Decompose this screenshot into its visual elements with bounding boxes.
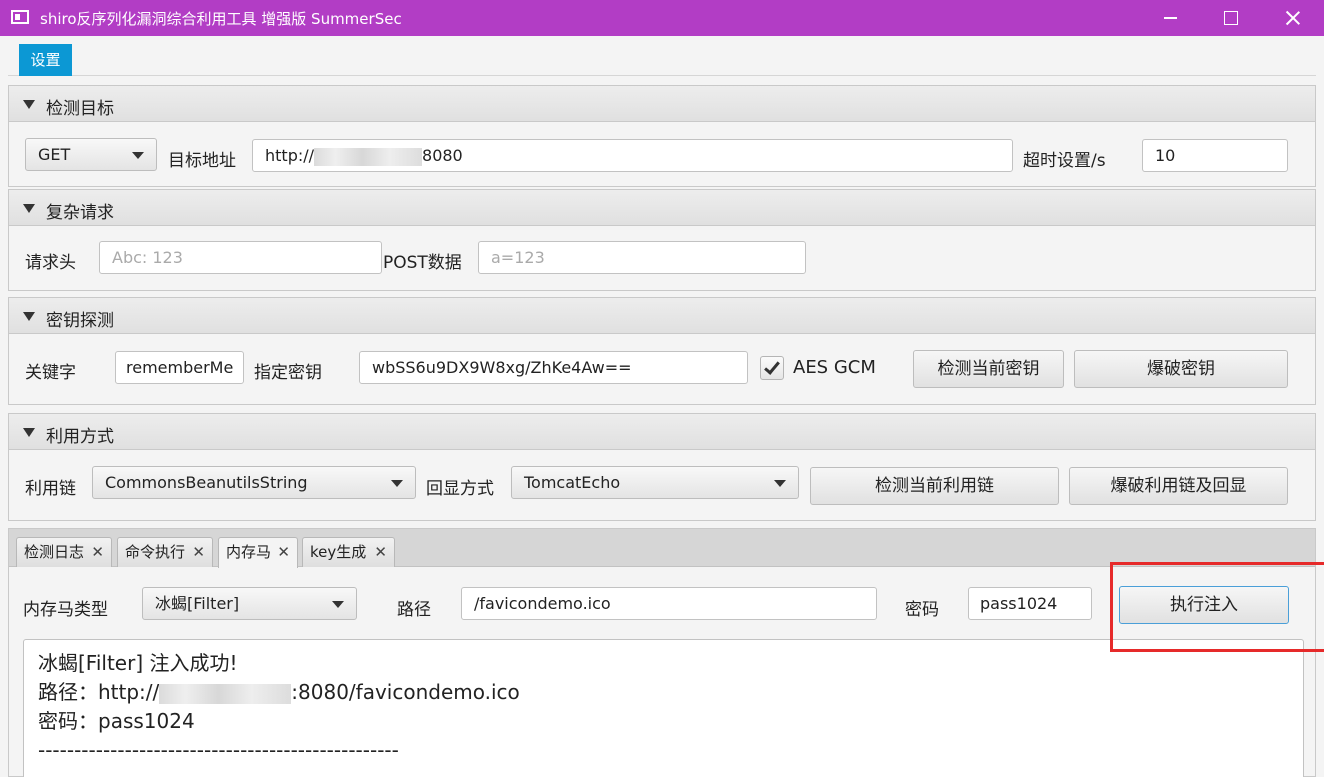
post-data-label: POST数据 xyxy=(383,253,462,273)
close-tab-icon[interactable]: ✕ xyxy=(277,538,290,566)
header-label: 请求头 xyxy=(25,253,76,273)
redacted-host xyxy=(314,147,423,166)
check-key-button[interactable]: 检测当前密钥 xyxy=(913,350,1064,388)
gadget-chain-select[interactable]: CommonsBeanutilsString xyxy=(92,466,416,499)
timeout-label: 超时设置/s xyxy=(1023,151,1106,171)
brute-chain-button[interactable]: 爆破利用链及回显 xyxy=(1069,467,1288,505)
exploit-section: 利用方式 利用链 CommonsBeanutilsString 回显方式 Tom… xyxy=(8,413,1316,521)
complex-section-title: 复杂请求 xyxy=(46,203,114,223)
target-section: 检测目标 GET 目标地址 http://8080 超时设置/s 10 xyxy=(8,85,1316,187)
tab-detect-log[interactable]: 检测日志 ✕ xyxy=(16,537,112,567)
brute-key-button[interactable]: 爆破密钥 xyxy=(1074,350,1288,388)
post-data-input[interactable]: a=123 xyxy=(478,241,806,274)
tab-command-exec[interactable]: 命令执行 ✕ xyxy=(117,537,213,567)
echo-type-value: TomcatEcho xyxy=(524,473,621,492)
complex-section-header[interactable]: 复杂请求 xyxy=(9,190,1315,226)
app-icon xyxy=(11,10,29,24)
key-section-header[interactable]: 密钥探测 xyxy=(9,298,1315,334)
key-input[interactable]: wbSS6u9DX9W8xg/ZhKe4Aw== xyxy=(359,351,748,384)
target-section-title: 检测目标 xyxy=(46,99,114,119)
echo-type-select[interactable]: TomcatEcho xyxy=(511,466,799,499)
path-input[interactable]: /favicondemo.ico xyxy=(461,587,877,620)
target-url-input[interactable]: http://8080 xyxy=(252,139,1013,172)
checkmark-icon xyxy=(764,358,780,375)
output-line: ----------------------------------------… xyxy=(38,738,399,762)
close-tab-icon[interactable]: ✕ xyxy=(192,538,205,566)
key-detect-section: 密钥探测 关键字 rememberMe 指定密钥 wbSS6u9DX9W8xg/… xyxy=(8,297,1316,405)
aes-gcm-label: AES GCM xyxy=(793,357,876,378)
chevron-down-icon xyxy=(132,152,144,159)
password-input[interactable]: pass1024 xyxy=(968,587,1092,620)
path-label: 路径 xyxy=(397,600,431,620)
output-textarea[interactable]: 冰蝎[Filter] 注入成功! 路径：http://:8080/favicon… xyxy=(23,639,1304,777)
http-method-select[interactable]: GET xyxy=(25,138,157,171)
close-tab-icon[interactable]: ✕ xyxy=(91,538,104,566)
collapse-triangle-icon xyxy=(23,428,35,437)
maximize-icon[interactable] xyxy=(1200,0,1260,36)
complex-request-section: 复杂请求 请求头 Abc: 123 POST数据 a=123 xyxy=(8,189,1316,291)
memshell-type-label: 内存马类型 xyxy=(23,600,108,620)
close-icon[interactable] xyxy=(1262,0,1322,36)
chevron-down-icon xyxy=(332,601,344,608)
aes-gcm-checkbox[interactable] xyxy=(760,356,784,380)
minimize-icon[interactable] xyxy=(1140,0,1200,36)
http-method-value: GET xyxy=(38,145,71,164)
collapse-triangle-icon xyxy=(23,312,35,321)
close-tab-icon[interactable]: ✕ xyxy=(374,538,387,566)
tab-memshell[interactable]: 内存马 ✕ xyxy=(218,537,298,568)
keyword-input[interactable]: rememberMe xyxy=(115,351,244,384)
check-chain-button[interactable]: 检测当前利用链 xyxy=(810,467,1059,505)
output-line: 路径：http://:8080/favicondemo.ico xyxy=(38,680,520,704)
title-bar: shiro反序列化漏洞综合利用工具 增强版 SummerSec xyxy=(0,0,1324,36)
timeout-input[interactable]: 10 xyxy=(1142,139,1288,172)
output-line: 密码：pass1024 xyxy=(38,709,195,733)
keyword-label: 关键字 xyxy=(25,363,76,383)
redacted-host xyxy=(159,683,292,704)
chevron-down-icon xyxy=(391,480,403,487)
exploit-section-header[interactable]: 利用方式 xyxy=(9,414,1315,450)
memshell-type-select[interactable]: 冰蝎[Filter] xyxy=(142,587,357,620)
settings-menu[interactable]: 设置 xyxy=(19,44,72,76)
highlight-box xyxy=(1110,562,1324,652)
tab-key-generate[interactable]: key生成 ✕ xyxy=(302,537,395,567)
window-title: shiro反序列化漏洞综合利用工具 增强版 SummerSec xyxy=(40,10,402,28)
output-line: 冰蝎[Filter] 注入成功! xyxy=(38,651,238,675)
password-label: 密码 xyxy=(905,600,939,620)
menu-bar: 设置 xyxy=(8,36,1316,76)
memshell-type-value: 冰蝎[Filter] xyxy=(155,594,240,613)
collapse-triangle-icon xyxy=(23,100,35,109)
exploit-section-title: 利用方式 xyxy=(46,427,114,447)
echo-label: 回显方式 xyxy=(426,479,494,499)
collapse-triangle-icon xyxy=(23,204,35,213)
url-label: 目标地址 xyxy=(168,151,236,171)
key-section-title: 密钥探测 xyxy=(46,311,114,331)
key-label: 指定密钥 xyxy=(254,363,322,383)
chevron-down-icon xyxy=(774,480,786,487)
gadget-chain-value: CommonsBeanutilsString xyxy=(105,473,308,492)
chain-label: 利用链 xyxy=(25,479,76,499)
request-header-input[interactable]: Abc: 123 xyxy=(99,241,382,274)
target-section-header[interactable]: 检测目标 xyxy=(9,86,1315,122)
